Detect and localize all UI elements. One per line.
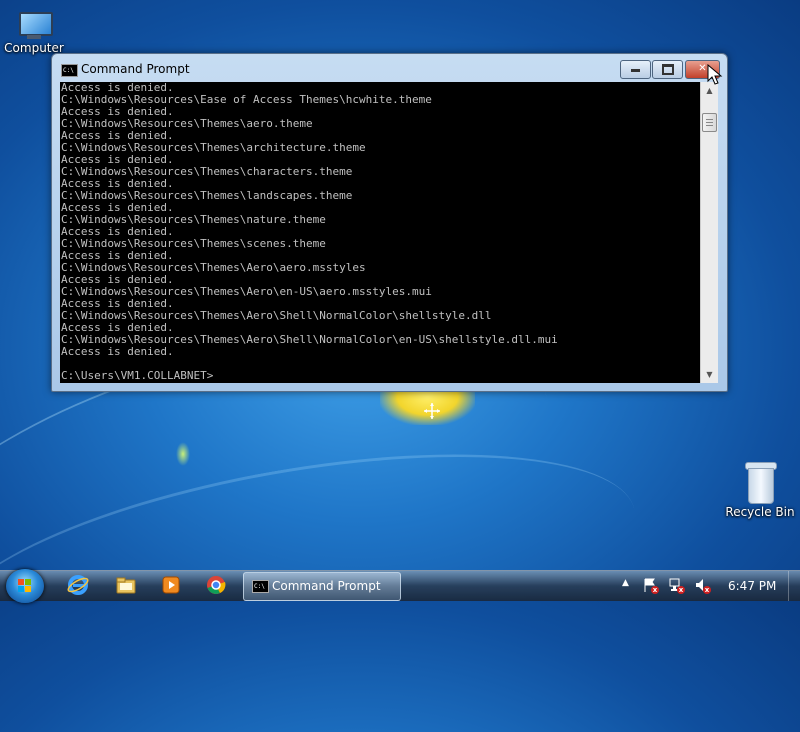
windows-explorer-icon <box>116 577 136 594</box>
move-cursor-icon <box>424 403 440 419</box>
command-prompt-icon: C:\ <box>61 64 78 77</box>
taskbar-pin-internet-explorer[interactable] <box>60 574 96 598</box>
recycle-bin-icon <box>745 462 777 504</box>
maximize-icon <box>661 64 674 75</box>
start-button[interactable] <box>6 569 44 603</box>
show-desktop-button[interactable] <box>788 571 800 601</box>
media-player-icon <box>162 576 180 594</box>
action-center-icon[interactable]: x <box>642 577 659 596</box>
console-output[interactable]: Access is denied. C:\Windows\Resources\Ea… <box>60 82 700 383</box>
command-prompt-window[interactable]: C:\ Command Prompt ✕ Access is denied. C:… <box>51 53 728 392</box>
taskbar-pin-media-player[interactable] <box>153 574 189 598</box>
desktop-icon-computer[interactable]: Computer <box>0 10 74 55</box>
close-icon: ✕ <box>698 63 707 74</box>
internet-explorer-icon <box>67 575 89 595</box>
scroll-down-arrow-icon[interactable]: ▼ <box>701 366 718 383</box>
volume-icon[interactable]: x <box>694 577 711 596</box>
chrome-icon <box>207 576 226 594</box>
maximize-button[interactable] <box>652 60 683 79</box>
taskbar-pin-windows-explorer[interactable] <box>108 574 144 598</box>
desktop-icon-recycle-bin[interactable]: Recycle Bin <box>720 462 800 519</box>
taskbar-pin-chrome[interactable] <box>198 574 234 598</box>
window-title: Command Prompt <box>81 62 190 76</box>
minimize-icon <box>631 69 640 72</box>
minimize-button[interactable] <box>620 60 651 79</box>
taskbar-button-command-prompt[interactable]: C:\ Command Prompt <box>243 572 401 601</box>
windows-logo-icon <box>18 579 32 593</box>
vertical-scrollbar[interactable]: ▲ ▼ <box>700 82 718 383</box>
command-prompt-icon: C:\ <box>252 580 269 593</box>
scroll-thumb[interactable] <box>702 113 717 132</box>
console-line: C:\Users\VM1.COLLABNET> <box>61 369 214 382</box>
computer-icon <box>17 10 53 39</box>
show-hidden-icons-chevron-icon[interactable]: ▲ <box>622 578 629 588</box>
title-bar[interactable]: C:\ Command Prompt ✕ <box>52 54 727 82</box>
mouse-pointer-icon <box>707 64 723 85</box>
wallpaper-leaf <box>176 442 190 466</box>
taskbar-button-label: Command Prompt <box>272 579 381 593</box>
desktop-icon-label: Recycle Bin <box>725 505 795 519</box>
network-icon[interactable]: x <box>668 577 685 596</box>
system-clock[interactable]: 6:47 PM <box>728 579 776 593</box>
taskbar: C:\ Command Prompt ▲ x x x 6:47 PM <box>0 569 800 603</box>
console-line: Access is denied. <box>61 345 174 358</box>
